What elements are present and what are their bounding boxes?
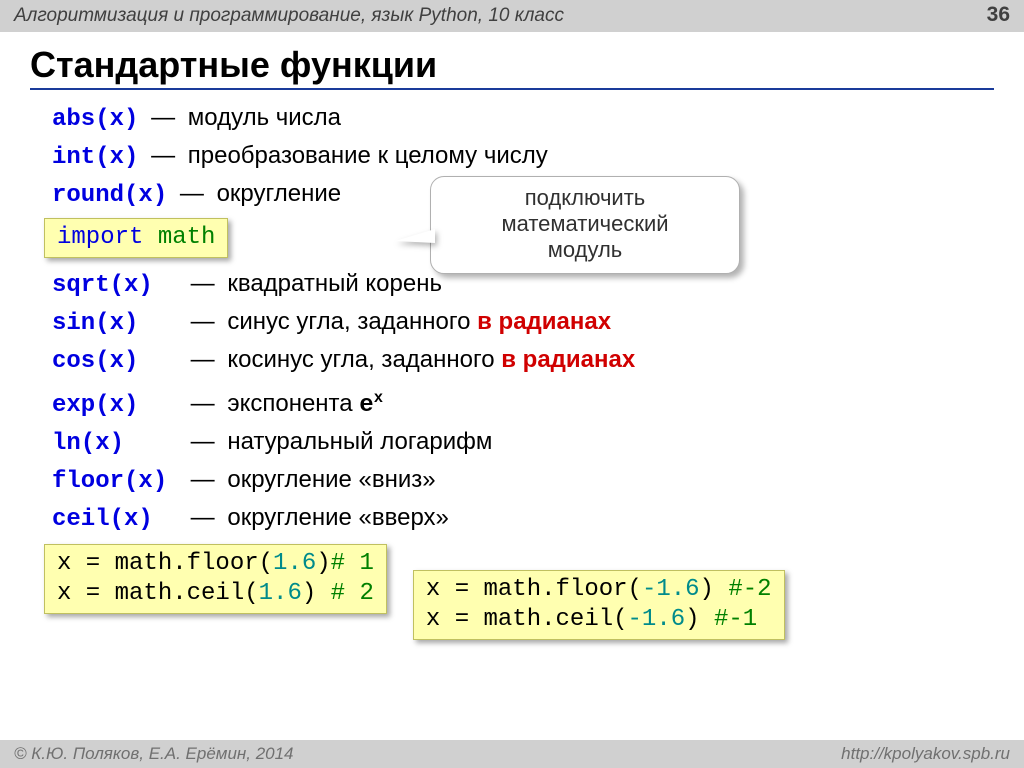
func-desc: экспонента	[227, 390, 359, 417]
examples-row: x = math.floor(1.6)# 1 x = math.ceil(1.6…	[44, 544, 994, 640]
func-desc: натуральный логарифм	[227, 428, 492, 455]
func-name: ln(x)	[52, 426, 178, 462]
func-desc: модуль числа	[188, 104, 341, 131]
exp-sup: x	[374, 389, 383, 407]
callout-line: подключить	[445, 185, 725, 211]
dash: —	[145, 104, 181, 131]
code-arg: 1.6	[273, 550, 316, 577]
code-arg: -1.6	[628, 606, 686, 633]
dash: —	[185, 308, 221, 335]
example-right: x = math.floor(-1.6) #-2 x = math.ceil(-…	[413, 570, 785, 640]
dash: —	[185, 466, 221, 493]
slide-footer: © К.Ю. Поляков, Е.А. Ерёмин, 2014 http:/…	[0, 740, 1024, 768]
dash: —	[174, 180, 210, 207]
code: x = math.floor(	[426, 576, 642, 603]
slide-header: Алгоритмизация и программирование, язык …	[0, 0, 1024, 32]
func-desc: преобразование к целому числу	[188, 142, 548, 169]
dash: —	[185, 346, 221, 373]
func-desc: квадратный корень	[227, 270, 442, 297]
code-comment: #-2	[728, 576, 771, 603]
func-list-math: sqrt(x) — квадратный корень sin(x) — син…	[30, 266, 994, 538]
code-comment: # 2	[331, 580, 374, 607]
func-name: ceil(x)	[52, 502, 178, 538]
dash: —	[185, 390, 221, 417]
code: x = math.ceil(	[426, 606, 628, 633]
func-desc: косинус угла, заданного	[227, 346, 501, 373]
code: x = math.floor(	[57, 550, 273, 577]
title-underline	[30, 88, 994, 90]
func-row: floor(x) — округление «вниз»	[52, 462, 994, 500]
func-name: floor(x)	[52, 464, 178, 500]
callout-tail	[395, 229, 435, 243]
func-name: int(x)	[52, 144, 138, 171]
code-arg: 1.6	[259, 580, 302, 607]
func-row: ln(x) — натуральный логарифм	[52, 424, 994, 462]
slide-title: Стандартные функции	[30, 44, 994, 86]
course-title: Алгоритмизация и программирование, язык …	[14, 5, 564, 27]
dash: —	[185, 428, 221, 455]
func-desc: округление	[217, 180, 342, 207]
copyright: © К.Ю. Поляков, Е.А. Ерёмин, 2014	[14, 744, 294, 764]
callout-line: модуль	[445, 237, 725, 263]
code: x = math.ceil(	[57, 580, 259, 607]
code: )	[685, 606, 714, 633]
func-name: abs(x)	[52, 106, 138, 133]
func-name: sqrt(x)	[52, 268, 178, 304]
import-module: math	[158, 224, 216, 251]
func-row: exp(x) — экспонента ex	[52, 380, 994, 424]
func-name: round(x)	[52, 182, 167, 209]
func-emph: в радианах	[501, 346, 635, 373]
code: )	[316, 550, 330, 577]
func-desc: округление «вверх»	[227, 504, 449, 531]
func-row: cos(x) — косинус угла, заданного в радиа…	[52, 342, 994, 380]
footer-url: http://kpolyakov.spb.ru	[841, 744, 1010, 764]
dash: —	[185, 504, 221, 531]
func-row: sin(x) — синус угла, заданного в радиана…	[52, 304, 994, 342]
code: )	[700, 576, 729, 603]
func-row: ceil(x) — округление «вверх»	[52, 500, 994, 538]
example-left: x = math.floor(1.6)# 1 x = math.ceil(1.6…	[44, 544, 387, 614]
func-name: exp(x)	[52, 388, 178, 424]
func-name: sin(x)	[52, 306, 178, 342]
func-desc: синус угла, заданного	[227, 308, 477, 335]
callout-line: математический	[445, 211, 725, 237]
func-desc: округление «вниз»	[227, 466, 435, 493]
page-number: 36	[987, 3, 1010, 27]
exp-base: e	[359, 392, 373, 419]
code: )	[302, 580, 331, 607]
func-emph: в радианах	[477, 308, 611, 335]
func-row: int(x) — преобразование к целому числу	[52, 138, 994, 176]
slide-content: Стандартные функции abs(x) — модуль числ…	[0, 32, 1024, 640]
dash: —	[185, 270, 221, 297]
dash: —	[145, 142, 181, 169]
code-arg: -1.6	[642, 576, 700, 603]
func-name: cos(x)	[52, 344, 178, 380]
code-comment: #-1	[714, 606, 757, 633]
callout-bubble: подключить математический модуль	[430, 176, 740, 274]
import-box: import math	[44, 218, 228, 258]
code-comment: # 1	[331, 550, 374, 577]
func-row: abs(x) — модуль числа	[52, 100, 994, 138]
import-keyword: import	[57, 224, 143, 251]
